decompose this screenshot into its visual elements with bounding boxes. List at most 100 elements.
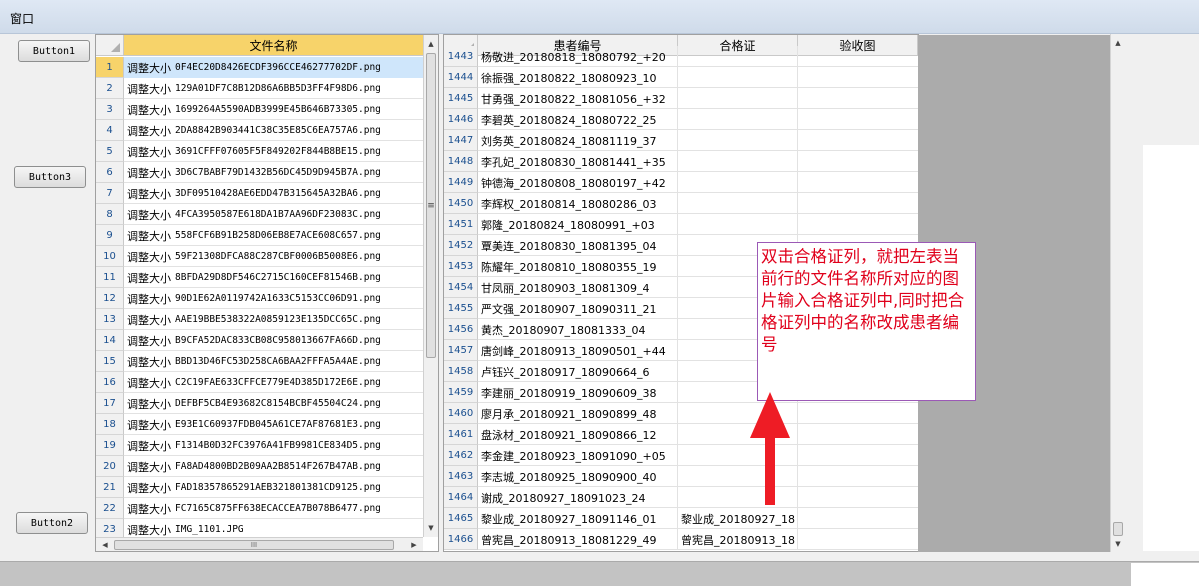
patient-id-cell[interactable]: 徐振强_20180822_18080923_10 [478,67,678,88]
row-number[interactable]: 11 [96,267,124,288]
patient-id-cell[interactable]: 黄杰_20180907_18081333_04 [478,319,678,340]
row-number[interactable]: 1454 [444,277,478,298]
row-number[interactable]: 1447 [444,130,478,151]
table-row[interactable]: 16 调整大小 C2C19FAE633CFFCE779E4D385D172E6E.p… [96,372,423,393]
row-number[interactable]: 1 [96,57,124,78]
file-name-cell[interactable]: 调整大小 AAE19BBE538322A0859123E135DCC65C.png [124,309,423,330]
acceptance-image-cell[interactable] [798,445,918,466]
certificate-cell[interactable] [678,214,798,235]
row-number[interactable]: 1463 [444,466,478,487]
file-name-cell[interactable]: 调整大小 558FCF6B91B258D06EB8E7ACE608C657.png [124,225,423,246]
table-row[interactable]: 1464 谢成_20180927_18091023_24 [444,487,919,508]
row-number[interactable]: 14 [96,330,124,351]
row-number[interactable]: 16 [96,372,124,393]
row-number[interactable]: 13 [96,309,124,330]
patient-id-cell[interactable]: 黎业成_20180927_18091146_01 [478,508,678,529]
acceptance-image-cell[interactable] [798,130,918,151]
certificate-cell[interactable] [678,88,798,109]
left-grid-vertical-scrollbar[interactable]: ▲ ≡ ▼ [423,35,438,537]
file-name-cell[interactable]: 调整大小 E93E1C60937FDB045A61CE7AF87681E3.png [124,414,423,435]
scroll-down-icon[interactable]: ▼ [1111,537,1125,551]
row-number[interactable]: 1462 [444,445,478,466]
patient-id-cell[interactable]: 甘勇强_20180822_18081056_+32 [478,88,678,109]
acceptance-image-cell[interactable] [798,466,918,487]
table-row[interactable]: 18 调整大小 E93E1C60937FDB045A61CE7AF87681E3.p… [96,414,423,435]
file-name-grid[interactable]: 文件名称 1 调整大小 0F4EC20D8426ECDF396CCE46277702… [95,34,439,552]
scroll-thumb[interactable] [1113,522,1123,536]
acceptance-image-cell[interactable] [798,529,918,550]
table-row[interactable]: 17 调整大小 DEFBF5CB4E93682C8154BCBF45504C24.p… [96,393,423,414]
table-row[interactable]: 1460 廖月承_20180921_18090899_48 [444,403,919,424]
table-row[interactable]: 14 调整大小 B9CFA52DAC833CB08C958013667FA66D.p… [96,330,423,351]
file-name-cell[interactable]: 调整大小 0F4EC20D8426ECDF396CCE46277702DF.png [124,57,423,78]
table-row[interactable]: 10 调整大小 59F21308DFCA88C287CBF0006B5008E6.p… [96,246,423,267]
row-number[interactable]: 2 [96,78,124,99]
file-name-cell[interactable]: 调整大小 90D1E62A0119742A1633C5153CC06D91.png [124,288,423,309]
table-row[interactable]: 4 调整大小 2DA8842B903441C38C35E85C6EA757A6.pn… [96,120,423,141]
table-row[interactable]: 7 调整大小 3DF09510428AE6EDD47B315645A32BA6.pn… [96,183,423,204]
table-row[interactable]: 15 调整大小 BBD13D46FC53D258CA6BAA2FFFA5A4AE.p… [96,351,423,372]
certificate-cell[interactable] [678,172,798,193]
acceptance-image-cell[interactable] [798,172,918,193]
button2[interactable]: Button2 [16,512,88,534]
row-number[interactable]: 6 [96,162,124,183]
acceptance-image-cell[interactable] [798,151,918,172]
patient-id-cell[interactable]: 唐剑峰_20180913_18090501_+44 [478,340,678,361]
file-name-cell[interactable]: 调整大小 FA8AD4800BD2B09AA2B8514F267B47AB.png [124,456,423,477]
row-number[interactable]: 1465 [444,508,478,529]
patient-id-cell[interactable]: 刘务英_20180824_18081119_37 [478,130,678,151]
patient-id-cell[interactable]: 严文强_20180907_18090311_21 [478,298,678,319]
file-name-cell[interactable]: 调整大小 C2C19FAE633CFFCE779E4D385D172E6E.png [124,372,423,393]
row-number[interactable]: 1461 [444,424,478,445]
certificate-cell[interactable] [678,193,798,214]
table-row[interactable]: 1447 刘务英_20180824_18081119_37 [444,130,919,151]
table-row[interactable]: 1450 李辉权_20180814_18080286_03 [444,193,919,214]
patient-id-cell[interactable]: 李碧英_20180824_18080722_25 [478,109,678,130]
row-number[interactable]: 19 [96,435,124,456]
table-row[interactable]: 5 调整大小 3691CFFF07605F5F849202F844B8BE15.pn… [96,141,423,162]
acceptance-image-cell[interactable] [798,46,918,67]
h-scroll-thumb[interactable]: III [114,540,394,550]
scroll-up-icon[interactable]: ▲ [1111,36,1125,50]
row-number[interactable]: 1460 [444,403,478,424]
file-name-cell[interactable]: 调整大小 59F21308DFCA88C287CBF0006B5008E6.png [124,246,423,267]
file-name-cell[interactable]: 调整大小 FAD18357865291AEB321801381CD9125.png [124,477,423,498]
patient-id-cell[interactable]: 李建丽_20180919_18090609_38 [478,382,678,403]
row-number[interactable]: 1457 [444,340,478,361]
row-number[interactable]: 17 [96,393,124,414]
row-number[interactable]: 1448 [444,151,478,172]
file-name-cell[interactable]: 调整大小 F1314B0D32FC3976A41FB9981CE834D5.png [124,435,423,456]
certificate-cell[interactable] [678,109,798,130]
acceptance-image-cell[interactable] [798,508,918,529]
row-number[interactable]: 1445 [444,88,478,109]
button3[interactable]: Button3 [14,166,86,188]
button1[interactable]: Button1 [18,40,90,62]
file-name-cell[interactable]: 调整大小 1699264A5590ADB3999E45B646B73305.png [124,99,423,120]
row-number[interactable]: 1449 [444,172,478,193]
file-name-cell[interactable]: 调整大小 FC7165C875FF638ECACCEA7B078B6477.png [124,498,423,519]
file-name-cell[interactable]: 调整大小 B9CFA52DAC833CB08C958013667FA66D.png [124,330,423,351]
row-number[interactable]: 15 [96,351,124,372]
certificate-cell[interactable] [678,130,798,151]
certificate-cell[interactable] [678,46,798,67]
file-name-cell[interactable]: 调整大小 4FCA3950587E618DA1B7AA96DF23083C.png [124,204,423,225]
table-row[interactable]: 11 调整大小 8BFDA29D8DF546C2715C160CEF81546B.p… [96,267,423,288]
acceptance-image-cell[interactable] [798,214,918,235]
table-row[interactable]: 1 调整大小 0F4EC20D8426ECDF396CCE46277702DF.pn… [96,57,423,78]
acceptance-image-cell[interactable] [798,88,918,109]
table-row[interactable]: 3 调整大小 1699264A5590ADB3999E45B646B73305.pn… [96,99,423,120]
patient-id-cell[interactable]: 李志城_20180925_18090900_40 [478,466,678,487]
row-number[interactable]: 8 [96,204,124,225]
certificate-cell[interactable]: 曾宪昌_20180913_18 [678,529,798,550]
acceptance-image-cell[interactable] [798,403,918,424]
table-row[interactable]: 20 调整大小 FA8AD4800BD2B09AA2B8514F267B47AB.p… [96,456,423,477]
acceptance-image-cell[interactable] [798,193,918,214]
row-number[interactable]: 1456 [444,319,478,340]
scroll-left-icon[interactable]: ◀ [98,538,112,551]
scroll-down-icon[interactable]: ▼ [424,521,438,535]
patient-id-cell[interactable]: 杨敬进_20180818_18080792_+20 [478,46,678,67]
certificate-cell[interactable] [678,67,798,88]
table-row[interactable]: 1466 曾宪昌_20180913_18081229_49 曾宪昌_20180913… [444,529,919,550]
certificate-cell[interactable]: 黎业成_20180927_18 [678,508,798,529]
row-number[interactable]: 1444 [444,67,478,88]
